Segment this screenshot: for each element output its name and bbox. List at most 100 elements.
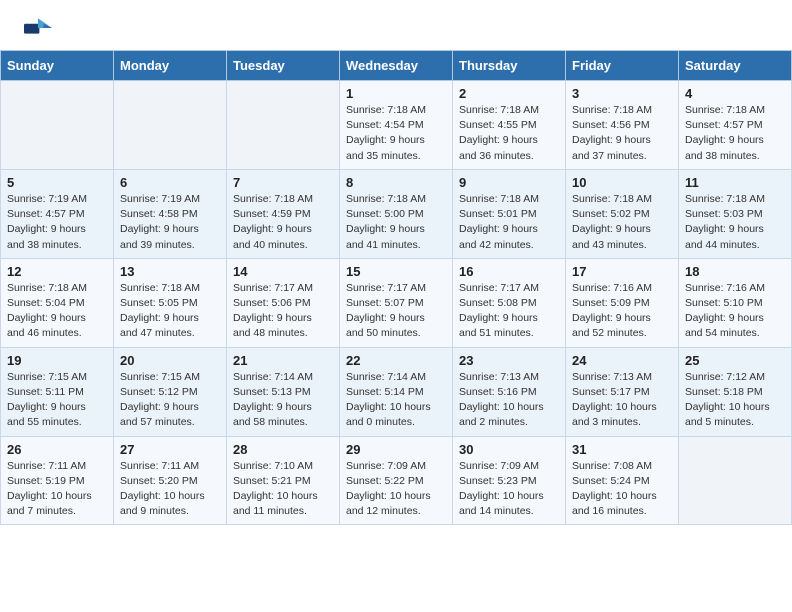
- calendar-week-row: 1 Sunrise: 7:18 AMSunset: 4:54 PMDaylight…: [1, 81, 792, 170]
- calendar-week-row: 26 Sunrise: 7:11 AMSunset: 5:19 PMDayligh…: [1, 436, 792, 525]
- logo: [24, 18, 52, 40]
- day-number: 7: [233, 175, 333, 190]
- calendar-cell: 21 Sunrise: 7:14 AMSunset: 5:13 PMDayligh…: [227, 347, 340, 436]
- day-number: 10: [572, 175, 672, 190]
- calendar-cell: 1 Sunrise: 7:18 AMSunset: 4:54 PMDaylight…: [340, 81, 453, 170]
- day-number: 1: [346, 86, 446, 101]
- day-number: 22: [346, 353, 446, 368]
- day-number: 4: [685, 86, 785, 101]
- calendar-cell: [227, 81, 340, 170]
- day-detail: Sunrise: 7:13 AMSunset: 5:17 PMDaylight:…: [572, 370, 672, 431]
- calendar-cell: [114, 81, 227, 170]
- calendar-cell: 2 Sunrise: 7:18 AMSunset: 4:55 PMDaylight…: [453, 81, 566, 170]
- calendar-cell: 28Sunrise: 7:10 AMSunset: 5:21 PMDayligh…: [227, 436, 340, 525]
- calendar-cell: 17 Sunrise: 7:16 AMSunset: 5:09 PMDayligh…: [566, 258, 679, 347]
- col-tuesday: Tuesday: [227, 51, 340, 81]
- calendar-cell: [679, 436, 792, 525]
- calendar-cell: [1, 81, 114, 170]
- calendar-cell: 16 Sunrise: 7:17 AMSunset: 5:08 PMDayligh…: [453, 258, 566, 347]
- day-number: 30: [459, 442, 559, 457]
- calendar-cell: 10 Sunrise: 7:18 AMSunset: 5:02 PMDayligh…: [566, 169, 679, 258]
- calendar-cell: 20Sunrise: 7:15 AMSunset: 5:12 PMDayligh…: [114, 347, 227, 436]
- day-number: 2: [459, 86, 559, 101]
- calendar-table: Sunday Monday Tuesday Wednesday Thursday…: [0, 50, 792, 525]
- day-detail: Sunrise: 7:18 AMSunset: 4:54 PMDaylight:…: [346, 103, 446, 164]
- day-detail: Sunrise: 7:15 AMSunset: 5:12 PMDaylight:…: [120, 370, 220, 431]
- day-detail: Sunrise: 7:17 AMSunset: 5:07 PMDaylight:…: [346, 281, 446, 342]
- calendar-cell: 8Sunrise: 7:18 AMSunset: 5:00 PMDaylight…: [340, 169, 453, 258]
- day-number: 29: [346, 442, 446, 457]
- day-number: 31: [572, 442, 672, 457]
- day-number: 28: [233, 442, 333, 457]
- calendar-cell: 26 Sunrise: 7:11 AMSunset: 5:19 PMDayligh…: [1, 436, 114, 525]
- calendar-week-row: 12 Sunrise: 7:18 AMSunset: 5:04 PMDayligh…: [1, 258, 792, 347]
- day-detail: Sunrise: 7:09 AMSunset: 5:23 PMDaylight:…: [459, 459, 559, 520]
- day-detail: Sunrise: 7:17 AMSunset: 5:08 PMDaylight:…: [459, 281, 559, 342]
- calendar-cell: 29Sunrise: 7:09 AMSunset: 5:22 PMDayligh…: [340, 436, 453, 525]
- day-detail: Sunrise: 7:18 AMSunset: 4:55 PMDaylight:…: [459, 103, 559, 164]
- day-number: 16: [459, 264, 559, 279]
- calendar-cell: 23 Sunrise: 7:13 AMSunset: 5:16 PMDayligh…: [453, 347, 566, 436]
- day-detail: Sunrise: 7:18 AMSunset: 5:04 PMDaylight:…: [7, 281, 107, 342]
- logo-icon: [24, 18, 52, 38]
- day-detail: Sunrise: 7:11 AMSunset: 5:19 PMDaylight:…: [7, 459, 107, 520]
- calendar-header-row: Sunday Monday Tuesday Wednesday Thursday…: [1, 51, 792, 81]
- calendar-cell: 5 Sunrise: 7:19 AMSunset: 4:57 PMDaylight…: [1, 169, 114, 258]
- day-number: 27: [120, 442, 220, 457]
- header: [0, 0, 792, 50]
- day-number: 26: [7, 442, 107, 457]
- day-detail: Sunrise: 7:19 AMSunset: 4:57 PMDaylight:…: [7, 192, 107, 253]
- calendar-cell: 27 Sunrise: 7:11 AMSunset: 5:20 PMDayligh…: [114, 436, 227, 525]
- day-number: 14: [233, 264, 333, 279]
- col-thursday: Thursday: [453, 51, 566, 81]
- day-detail: Sunrise: 7:19 AMSunset: 4:58 PMDaylight:…: [120, 192, 220, 253]
- day-detail: Sunrise: 7:18 AMSunset: 4:56 PMDaylight:…: [572, 103, 672, 164]
- day-number: 19: [7, 353, 107, 368]
- day-detail: Sunrise: 7:14 AMSunset: 5:13 PMDaylight:…: [233, 370, 333, 431]
- day-number: 13: [120, 264, 220, 279]
- calendar-cell: 15 Sunrise: 7:17 AMSunset: 5:07 PMDayligh…: [340, 258, 453, 347]
- day-number: 23: [459, 353, 559, 368]
- day-detail: Sunrise: 7:18 AMSunset: 4:57 PMDaylight:…: [685, 103, 785, 164]
- calendar-cell: 7 Sunrise: 7:18 AMSunset: 4:59 PMDaylight…: [227, 169, 340, 258]
- calendar-cell: 11 Sunrise: 7:18 AMSunset: 5:03 PMDayligh…: [679, 169, 792, 258]
- day-number: 8: [346, 175, 446, 190]
- day-number: 3: [572, 86, 672, 101]
- day-number: 18: [685, 264, 785, 279]
- day-number: 11: [685, 175, 785, 190]
- calendar-cell: 6 Sunrise: 7:19 AMSunset: 4:58 PMDaylight…: [114, 169, 227, 258]
- day-number: 5: [7, 175, 107, 190]
- day-number: 6: [120, 175, 220, 190]
- day-detail: Sunrise: 7:18 AMSunset: 5:02 PMDaylight:…: [572, 192, 672, 253]
- calendar-cell: 13Sunrise: 7:18 AMSunset: 5:05 PMDayligh…: [114, 258, 227, 347]
- day-number: 9: [459, 175, 559, 190]
- day-detail: Sunrise: 7:12 AMSunset: 5:18 PMDaylight:…: [685, 370, 785, 431]
- col-saturday: Saturday: [679, 51, 792, 81]
- day-number: 25: [685, 353, 785, 368]
- day-detail: Sunrise: 7:18 AMSunset: 5:03 PMDaylight:…: [685, 192, 785, 253]
- calendar-week-row: 5 Sunrise: 7:19 AMSunset: 4:57 PMDaylight…: [1, 169, 792, 258]
- calendar-cell: 22Sunrise: 7:14 AMSunset: 5:14 PMDayligh…: [340, 347, 453, 436]
- col-wednesday: Wednesday: [340, 51, 453, 81]
- calendar-cell: 4 Sunrise: 7:18 AMSunset: 4:57 PMDaylight…: [679, 81, 792, 170]
- calendar-cell: 31Sunrise: 7:08 AMSunset: 5:24 PMDayligh…: [566, 436, 679, 525]
- day-detail: Sunrise: 7:18 AMSunset: 4:59 PMDaylight:…: [233, 192, 333, 253]
- calendar-cell: 3 Sunrise: 7:18 AMSunset: 4:56 PMDaylight…: [566, 81, 679, 170]
- calendar-cell: 9 Sunrise: 7:18 AMSunset: 5:01 PMDaylight…: [453, 169, 566, 258]
- calendar-week-row: 19Sunrise: 7:15 AMSunset: 5:11 PMDayligh…: [1, 347, 792, 436]
- day-number: 12: [7, 264, 107, 279]
- col-monday: Monday: [114, 51, 227, 81]
- day-number: 24: [572, 353, 672, 368]
- calendar-cell: 24 Sunrise: 7:13 AMSunset: 5:17 PMDayligh…: [566, 347, 679, 436]
- calendar-cell: 12 Sunrise: 7:18 AMSunset: 5:04 PMDayligh…: [1, 258, 114, 347]
- day-number: 21: [233, 353, 333, 368]
- day-detail: Sunrise: 7:13 AMSunset: 5:16 PMDaylight:…: [459, 370, 559, 431]
- calendar-cell: 14 Sunrise: 7:17 AMSunset: 5:06 PMDayligh…: [227, 258, 340, 347]
- day-number: 17: [572, 264, 672, 279]
- day-detail: Sunrise: 7:11 AMSunset: 5:20 PMDaylight:…: [120, 459, 220, 520]
- day-detail: Sunrise: 7:18 AMSunset: 5:01 PMDaylight:…: [459, 192, 559, 253]
- calendar-cell: 30 Sunrise: 7:09 AMSunset: 5:23 PMDayligh…: [453, 436, 566, 525]
- day-number: 15: [346, 264, 446, 279]
- day-detail: Sunrise: 7:16 AMSunset: 5:09 PMDaylight:…: [572, 281, 672, 342]
- day-detail: Sunrise: 7:17 AMSunset: 5:06 PMDaylight:…: [233, 281, 333, 342]
